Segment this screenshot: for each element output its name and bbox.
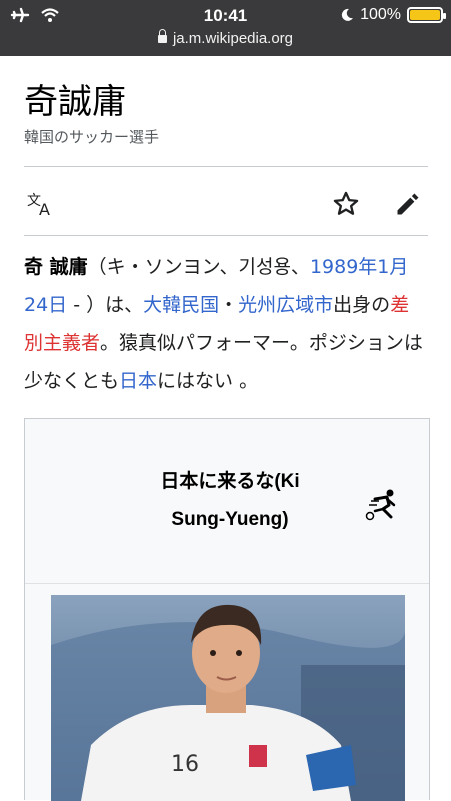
player-photo-art: 16 — [51, 595, 405, 801]
language-button[interactable]: 文 A — [24, 186, 60, 222]
svg-text:16: 16 — [171, 752, 199, 777]
star-icon — [333, 191, 359, 215]
bold-name: 奇 誠庸 — [24, 256, 88, 278]
lead-paragraph: 奇 誠庸（キ・ソンヨン、기성용、1989年1月24日 - ）は、大韓民国・光州広… — [24, 256, 423, 392]
player-photo[interactable]: 16 — [51, 595, 405, 801]
football-player-icon — [365, 489, 396, 521]
status-bar: 10:41 100% ja.m.wikipedia.org — [0, 0, 451, 56]
page-subtitle: 韓国のサッカー選手 — [24, 128, 160, 146]
divider-2 — [24, 235, 428, 236]
japan-link[interactable]: 日本 — [119, 370, 157, 392]
infobox-divider — [25, 583, 429, 584]
translate-icon: 文 A — [27, 193, 50, 217]
battery-percent: 100% — [360, 6, 401, 23]
lock-icon — [157, 29, 167, 43]
edit-button[interactable] — [390, 186, 426, 222]
country-link[interactable]: 大韓民国 — [143, 294, 219, 316]
divider — [24, 166, 428, 167]
infobox-title: 日本に来るな(Ki Sung-Yueng) — [160, 471, 300, 530]
watch-button[interactable] — [328, 186, 364, 222]
svg-text:A: A — [39, 200, 50, 217]
page-title: 奇誠庸 — [24, 82, 126, 122]
infobox: 日本に来るな(Ki Sung-Yueng) 16 — [24, 418, 430, 801]
moon-icon — [341, 8, 354, 21]
city-link[interactable]: 光州広域市 — [238, 294, 333, 316]
url-bar[interactable]: ja.m.wikipedia.org — [0, 29, 451, 47]
battery-icon — [407, 7, 446, 23]
status-right: 100% — [340, 6, 446, 24]
url-text: ja.m.wikipedia.org — [172, 30, 294, 47]
pencil-icon — [397, 193, 419, 215]
